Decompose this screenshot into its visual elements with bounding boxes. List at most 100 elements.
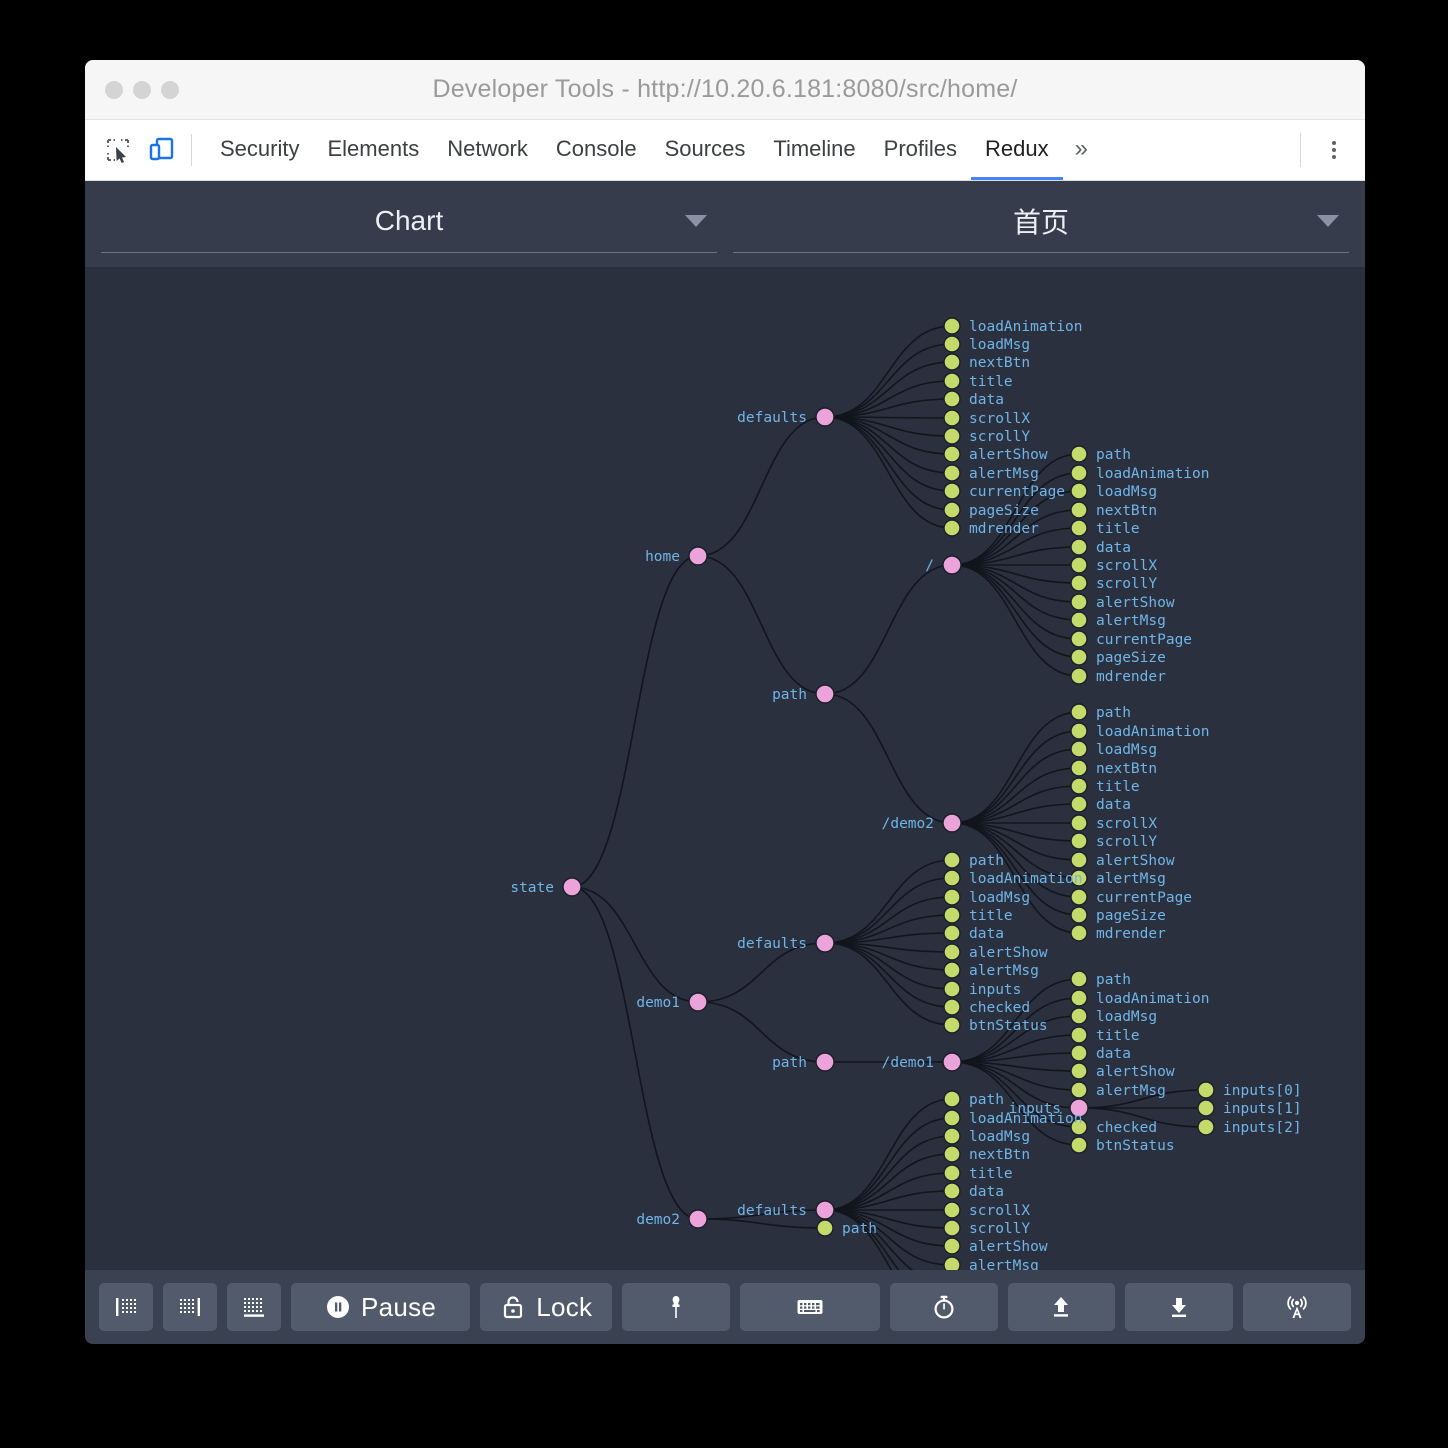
tab-security[interactable]: Security	[206, 120, 313, 180]
leaf-node-circle[interactable]	[1070, 888, 1088, 906]
tree-node[interactable]: loadAnimation	[1070, 989, 1210, 1007]
tree-node[interactable]: data	[1070, 1044, 1131, 1062]
leaf-node-circle[interactable]	[1070, 445, 1088, 463]
tree-node[interactable]: btnStatus	[943, 1016, 1048, 1034]
branch-node-circle[interactable]	[815, 1200, 835, 1220]
leaf-node-circle[interactable]	[943, 906, 961, 924]
tree-node[interactable]: loadMsg	[943, 888, 1030, 906]
tree-node[interactable]: /demo1	[882, 1052, 962, 1072]
tree-node[interactable]: loadAnimation	[943, 869, 1083, 887]
leaf-node-circle[interactable]	[943, 1016, 961, 1034]
tree-node[interactable]: data	[943, 1182, 1004, 1200]
leaf-node-circle[interactable]	[1070, 648, 1088, 666]
leaf-node-circle[interactable]	[1070, 1136, 1088, 1154]
tree-node[interactable]: path	[772, 684, 835, 704]
leaf-node-circle[interactable]	[943, 427, 961, 445]
kebab-menu-icon[interactable]	[1317, 133, 1351, 167]
view-mode-select[interactable]: Chart	[101, 189, 717, 253]
tree-node[interactable]: loadAnimation	[943, 1109, 1083, 1127]
leaf-node-circle[interactable]	[1070, 482, 1088, 500]
tree-node[interactable]: path	[816, 1219, 877, 1237]
tree-node[interactable]: path	[772, 1052, 835, 1072]
leaf-node-circle[interactable]	[943, 1237, 961, 1255]
tree-canvas[interactable]: state home defaults path / /demo2 demo1 default…	[85, 267, 1365, 1285]
tree-node[interactable]: loadMsg	[1070, 740, 1157, 758]
branch-node-circle[interactable]	[942, 813, 962, 833]
pin-button[interactable]	[622, 1283, 730, 1331]
tree-node[interactable]: title	[1070, 777, 1140, 795]
branch-node-circle[interactable]	[942, 1052, 962, 1072]
branch-node-circle[interactable]	[815, 1052, 835, 1072]
tree-node[interactable]: checked	[1070, 1118, 1157, 1136]
tree-node[interactable]: inputs[2]	[1197, 1118, 1302, 1136]
state-tree-graph[interactable]: state home defaults path / /demo2 demo1 default…	[85, 267, 1365, 1285]
align-left-button[interactable]	[99, 1283, 153, 1331]
tree-node[interactable]: loadAnimation	[1070, 722, 1210, 740]
tree-node[interactable]: checked	[943, 998, 1030, 1016]
leaf-node-circle[interactable]	[1070, 630, 1088, 648]
leaf-node-circle[interactable]	[1070, 970, 1088, 988]
leaf-node-circle[interactable]	[943, 482, 961, 500]
leaf-node-circle[interactable]	[943, 1201, 961, 1219]
leaf-node-circle[interactable]	[943, 1219, 961, 1237]
leaf-node-circle[interactable]	[1070, 519, 1088, 537]
leaf-node-circle[interactable]	[943, 390, 961, 408]
tree-node[interactable]: pageSize	[1070, 648, 1166, 666]
tree-node[interactable]: nextBtn	[1070, 759, 1157, 777]
maximize-button[interactable]	[161, 80, 179, 99]
leaf-node-circle[interactable]	[1070, 989, 1088, 1007]
tree-node[interactable]: alertShow	[943, 943, 1048, 961]
upload-button[interactable]	[1007, 1283, 1116, 1331]
tree-node[interactable]: title	[1070, 1026, 1140, 1044]
leaf-node-circle[interactable]	[943, 317, 961, 335]
tree-node[interactable]: scrollY	[943, 427, 1030, 445]
tree-node[interactable]: home	[645, 546, 708, 566]
leaf-node-circle[interactable]	[1070, 759, 1088, 777]
tab-redux[interactable]: Redux	[971, 120, 1063, 180]
leaf-node-circle[interactable]	[1070, 1062, 1088, 1080]
close-button[interactable]	[105, 80, 123, 99]
leaf-node-circle[interactable]	[1070, 703, 1088, 721]
tree-node[interactable]: alertMsg	[1070, 611, 1166, 629]
tree-node[interactable]: title	[943, 906, 1013, 924]
tree-node[interactable]: nextBtn	[943, 353, 1030, 371]
tab-console[interactable]: Console	[542, 120, 651, 180]
page-select[interactable]: 首页	[733, 189, 1349, 253]
leaf-node-circle[interactable]	[1070, 1081, 1088, 1099]
tree-node[interactable]: mdrender	[943, 519, 1039, 537]
tree-node[interactable]: btnStatus	[1070, 1136, 1175, 1154]
leaf-node-circle[interactable]	[943, 998, 961, 1016]
tree-node[interactable]: data	[943, 390, 1004, 408]
tree-node[interactable]: path	[943, 1090, 1004, 1108]
leaf-node-circle[interactable]	[1197, 1118, 1215, 1136]
tree-node[interactable]: path	[1070, 703, 1131, 721]
leaf-node-circle[interactable]	[1070, 556, 1088, 574]
tree-node[interactable]: pageSize	[1070, 906, 1166, 924]
tree-node[interactable]: path	[1070, 970, 1131, 988]
tab-overflow-icon[interactable]: »	[1063, 120, 1100, 180]
tree-node[interactable]: nextBtn	[1070, 501, 1157, 519]
tree-node[interactable]: data	[943, 924, 1004, 942]
leaf-node-circle[interactable]	[1070, 1044, 1088, 1062]
leaf-node-circle[interactable]	[1070, 795, 1088, 813]
leaf-node-circle[interactable]	[1070, 832, 1088, 850]
tree-node[interactable]: path	[943, 851, 1004, 869]
tree-node[interactable]: /demo2	[882, 813, 962, 833]
branch-node-circle[interactable]	[688, 992, 708, 1012]
tree-node[interactable]: title	[943, 1164, 1013, 1182]
tree-node[interactable]: scrollX	[1070, 556, 1157, 574]
leaf-node-circle[interactable]	[816, 1219, 834, 1237]
tree-node[interactable]: title	[1070, 519, 1140, 537]
branch-node-circle[interactable]	[815, 407, 835, 427]
leaf-node-circle[interactable]	[1070, 501, 1088, 519]
leaf-node-circle[interactable]	[943, 464, 961, 482]
tree-node[interactable]: defaults	[737, 407, 835, 427]
tree-node[interactable]: demo1	[636, 992, 708, 1012]
tab-network[interactable]: Network	[433, 120, 542, 180]
leaf-node-circle[interactable]	[943, 1127, 961, 1145]
leaf-node-circle[interactable]	[943, 372, 961, 390]
leaf-node-circle[interactable]	[1070, 574, 1088, 592]
pause-button[interactable]: Pause	[290, 1283, 471, 1331]
tree-node[interactable]: title	[943, 372, 1013, 390]
leaf-node-circle[interactable]	[1070, 851, 1088, 869]
